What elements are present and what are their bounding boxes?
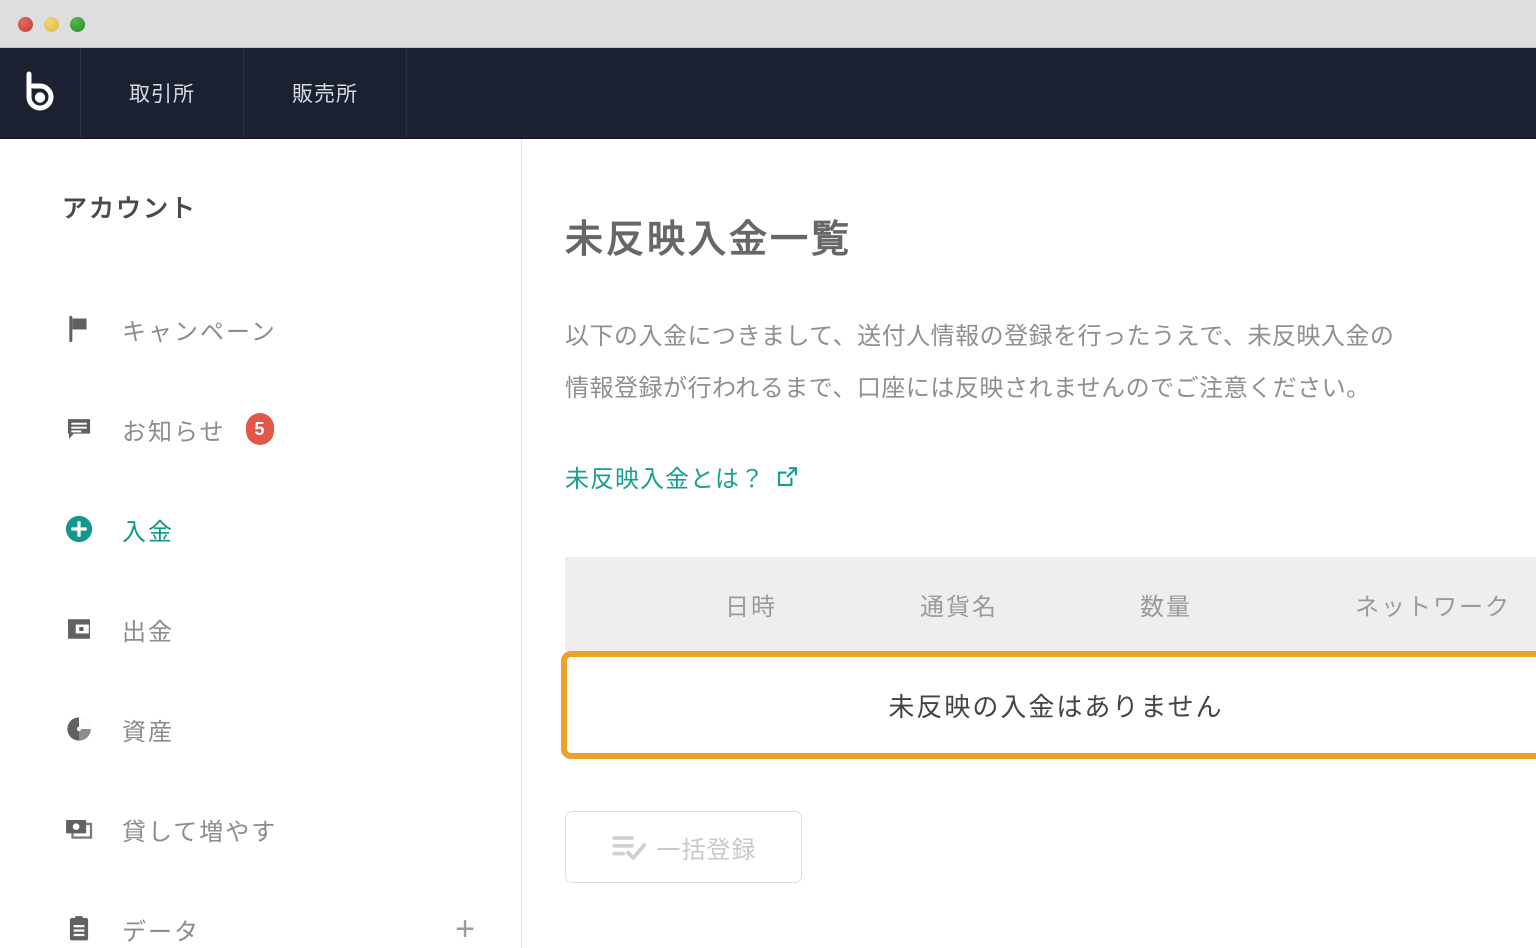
clipboard-icon: [62, 912, 96, 946]
main-content: 未反映入金一覧 以下の入金につきまして、送付人情報の登録を行ったうえで、未反映入…: [523, 139, 1536, 948]
wallet-icon: [62, 612, 96, 646]
column-header-datetime: 日時: [725, 593, 777, 621]
sidebar-item-lending[interactable]: 貸して増やす: [0, 779, 521, 879]
deposits-table-header: 日時 通貨名 数量 ネットワーク: [565, 557, 1536, 651]
sidebar-item-campaign-label: キャンペーン: [122, 318, 277, 346]
sidebar-nav-list: キャンペーン お知らせ 5 入金 出金 資産 貸して増やす データ +: [0, 279, 521, 948]
sidebar-item-lending-label: 貸して増やす: [122, 818, 278, 846]
page-description-line-1: 以下の入金につきまして、送付人情報の登録を行ったうえで、未反映入金の: [565, 323, 1395, 350]
sidebar-item-assets-label: 資産: [122, 718, 174, 746]
nav-tab-brokerage[interactable]: 販売所: [244, 48, 407, 138]
zoom-window-button[interactable]: [70, 17, 85, 32]
navbar-spacer: [407, 48, 1536, 138]
sidebar-heading: アカウント: [62, 195, 198, 223]
column-header-amount: 数量: [1140, 593, 1192, 621]
plus-circle-icon: [62, 512, 96, 546]
traffic-light-group: [18, 17, 85, 32]
minimize-window-button[interactable]: [44, 17, 59, 32]
sidebar-item-withdraw-label: 出金: [122, 618, 174, 646]
sidebar-item-notices-label: お知らせ: [122, 418, 226, 446]
sidebar-item-deposit[interactable]: 入金: [0, 479, 521, 579]
flag-icon: [62, 312, 96, 346]
pie-chart-icon: [62, 712, 96, 746]
banknotes-icon: [62, 812, 96, 846]
sidebar-item-notices[interactable]: お知らせ 5: [0, 379, 521, 479]
help-link-what-is-unreflected-deposit[interactable]: 未反映入金とは？: [565, 459, 799, 494]
page-description-line-2: 情報登録が行われるまで、口座には反映されませんのでご注意ください。: [565, 375, 1371, 402]
external-link-icon: [775, 465, 799, 489]
bitbank-logo[interactable]: [0, 48, 81, 138]
bulk-register-label: 一括登録: [656, 836, 757, 864]
nav-tab-brokerage-label: 販売所: [292, 83, 358, 106]
window-titlebar: [0, 0, 1536, 48]
expand-data-icon[interactable]: +: [455, 912, 475, 946]
page-title: 未反映入金一覧: [565, 219, 853, 262]
page-description: 以下の入金につきまして、送付人情報の登録を行ったうえで、未反映入金の 情報登録が…: [565, 311, 1536, 415]
notices-badge: 5: [245, 413, 274, 445]
deposits-empty-message: 未反映の入金はありません: [888, 691, 1224, 722]
sidebar-item-data[interactable]: データ +: [0, 879, 521, 948]
nav-tab-exchange-label: 取引所: [129, 83, 195, 106]
help-link-label: 未反映入金とは？: [565, 466, 765, 493]
sidebar-item-withdraw[interactable]: 出金: [0, 579, 521, 679]
deposits-empty-row: 未反映の入金はありません: [561, 651, 1536, 759]
bulk-register-button[interactable]: 一括登録: [565, 811, 802, 883]
playlist-add-check-icon: [611, 832, 649, 862]
top-navbar: 取引所 販売所: [0, 48, 1536, 139]
sidebar-item-deposit-label: 入金: [122, 518, 174, 546]
column-header-currency: 通貨名: [920, 593, 998, 621]
chat-bubble-icon: [62, 412, 96, 446]
nav-tab-exchange[interactable]: 取引所: [81, 48, 244, 138]
sidebar-item-assets[interactable]: 資産: [0, 679, 521, 779]
column-header-network: ネットワーク: [1355, 593, 1511, 621]
sidebar-item-data-label: データ: [122, 918, 200, 946]
app-window: 取引所 販売所 アカウント キャンペーン お知らせ 5 入金 出金 資産 貸して…: [0, 0, 1536, 948]
sidebar: アカウント キャンペーン お知らせ 5 入金 出金 資産 貸して増やす データ …: [0, 139, 522, 948]
sidebar-item-campaign[interactable]: キャンペーン: [0, 279, 521, 379]
close-window-button[interactable]: [18, 17, 33, 32]
